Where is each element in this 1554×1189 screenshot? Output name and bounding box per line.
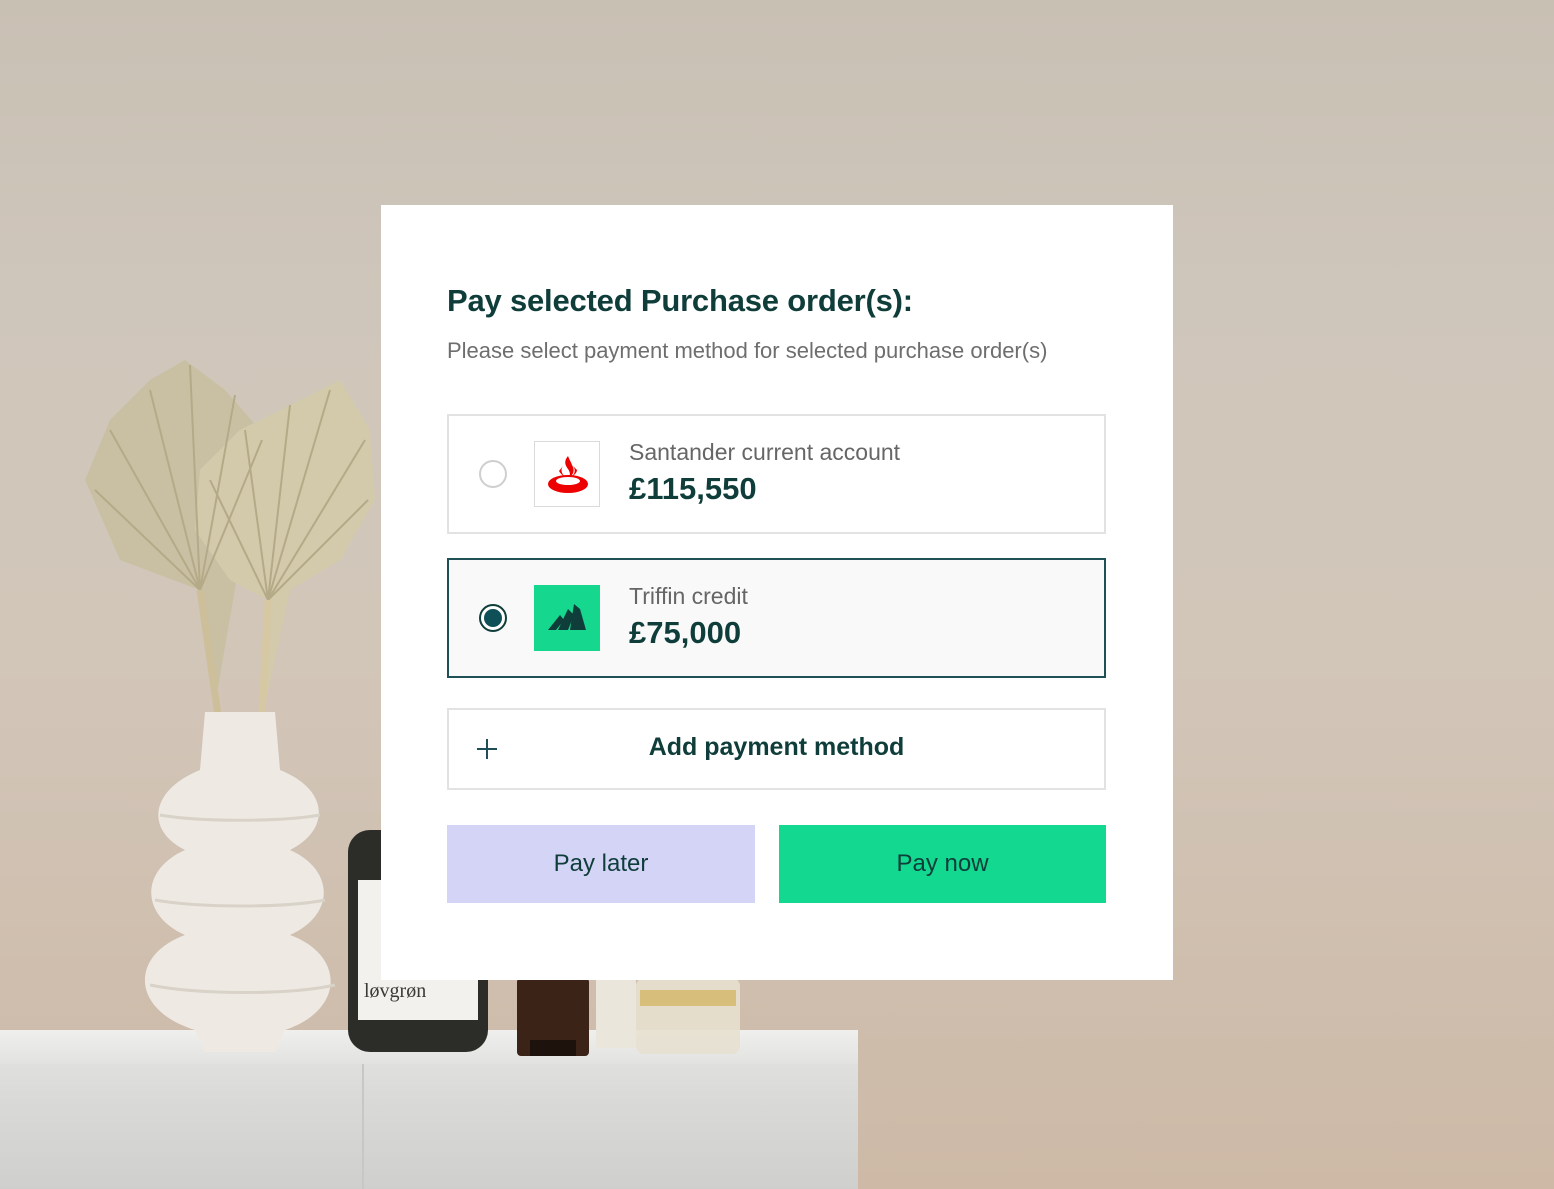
payment-method-name: Santander current account	[629, 439, 901, 465]
dialog-title: Pay selected Purchase order(s):	[447, 283, 913, 318]
triffin-logo-icon	[534, 585, 600, 651]
bottle-brand-label: løvgrøn	[364, 980, 426, 1002]
perfume-bottle	[636, 978, 740, 1054]
pay-purchase-orders-dialog: Pay selected Purchase order(s): Please s…	[381, 205, 1173, 980]
santander-flame-icon	[534, 441, 600, 507]
add-payment-method-label: Add payment method	[648, 733, 905, 761]
serum-bottle	[517, 978, 589, 1056]
add-payment-method-button[interactable]: Add payment method	[447, 708, 1106, 790]
payment-method-balance: £115,550	[629, 471, 757, 506]
dried-palm-leaves	[85, 360, 375, 716]
payment-method-balance: £75,000	[629, 615, 742, 650]
payment-option-santander[interactable]: Santander current account £115,550	[447, 414, 1106, 534]
white-vase	[144, 712, 336, 1052]
payment-method-name: Triffin credit	[629, 583, 748, 609]
pay-now-button[interactable]: Pay now	[779, 825, 1106, 903]
radio-triffin[interactable]	[479, 604, 507, 632]
radio-santander[interactable]	[479, 460, 507, 488]
white-jar	[596, 980, 636, 1048]
payment-option-triffin[interactable]: Triffin credit £75,000	[447, 558, 1106, 678]
pay-later-button[interactable]: Pay later	[447, 825, 755, 903]
dialog-subtitle: Please select payment method for selecte…	[447, 338, 1048, 363]
